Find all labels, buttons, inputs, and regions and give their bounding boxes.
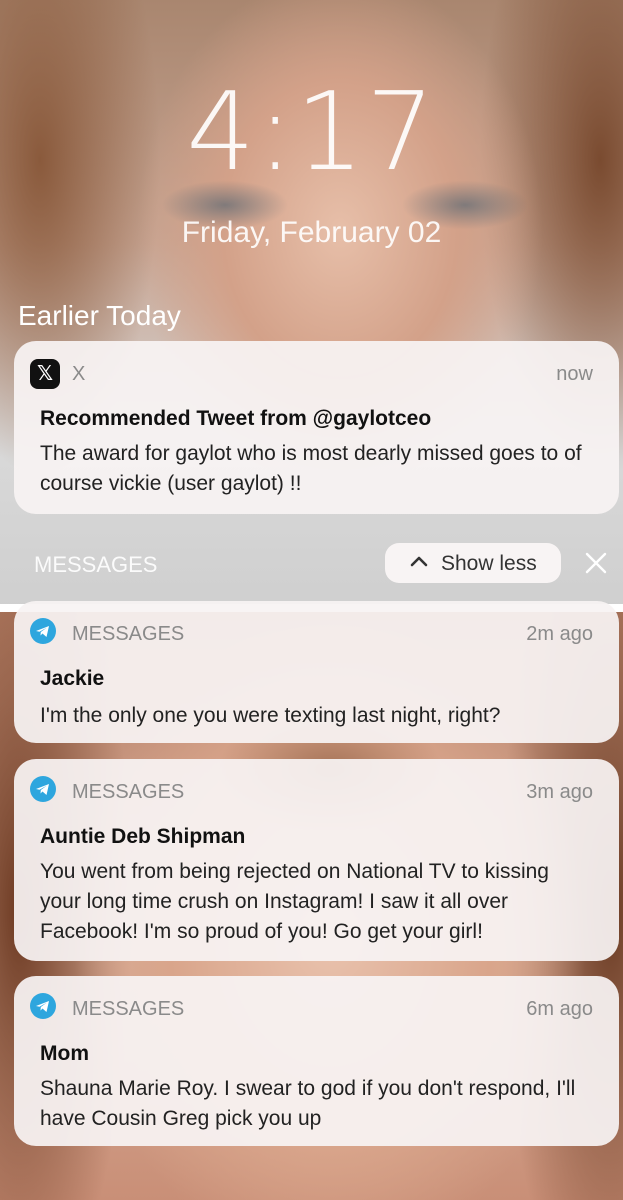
notification-app-name: MESSAGES <box>72 623 185 645</box>
message-sender: Mom <box>40 1042 89 1065</box>
notification-header: MESSAGES 3m ago <box>14 759 619 819</box>
chevron-up-icon <box>409 551 429 577</box>
notification-app-name: X <box>72 363 86 385</box>
show-less-button[interactable]: Show less <box>385 543 561 583</box>
message-notification-card[interactable]: MESSAGES 6m ago Mom Shauna Marie Roy. I … <box>14 976 619 1146</box>
lockscreen-clock: 4:17 <box>186 70 437 195</box>
message-body: Shauna Marie Roy. I swear to god if you … <box>40 1077 576 1130</box>
x-notification-card[interactable]: 𝕏 X now Recommended Tweet from @gaylotce… <box>14 341 619 514</box>
notification-time: now <box>556 363 593 385</box>
notification-body: The award for gaylot who is most dearly … <box>40 442 582 495</box>
notification-header: MESSAGES 2m ago <box>14 601 619 661</box>
show-less-label: Show less <box>441 552 537 575</box>
telegram-icon <box>30 776 56 802</box>
notification-title: Recommended Tweet from @gaylotceo <box>40 407 432 430</box>
section-title: Earlier Today <box>18 300 181 331</box>
notification-time: 3m ago <box>526 781 593 803</box>
telegram-icon <box>30 993 56 1019</box>
message-body: You went from being rejected on National… <box>40 860 549 943</box>
notification-time: 2m ago <box>526 623 593 645</box>
messages-group-label: MESSAGES <box>34 552 158 577</box>
notification-time: 6m ago <box>526 998 593 1020</box>
notification-header: 𝕏 X now <box>14 341 619 401</box>
notification-header: MESSAGES 6m ago <box>14 976 619 1036</box>
notification-app-name: MESSAGES <box>72 998 185 1020</box>
notification-app-name: MESSAGES <box>72 781 185 803</box>
x-logo-icon: 𝕏 <box>30 359 60 389</box>
message-notification-card[interactable]: MESSAGES 2m ago Jackie I'm the only one … <box>14 601 619 743</box>
message-notification-card[interactable]: MESSAGES 3m ago Auntie Deb Shipman You w… <box>14 759 619 961</box>
lockscreen-date: Friday, February 02 <box>181 216 442 249</box>
close-icon[interactable] <box>578 545 614 581</box>
message-sender: Jackie <box>40 667 105 690</box>
message-body: I'm the only one you were texting last n… <box>40 704 501 727</box>
message-sender: Auntie Deb Shipman <box>40 825 246 848</box>
telegram-icon <box>30 618 56 644</box>
